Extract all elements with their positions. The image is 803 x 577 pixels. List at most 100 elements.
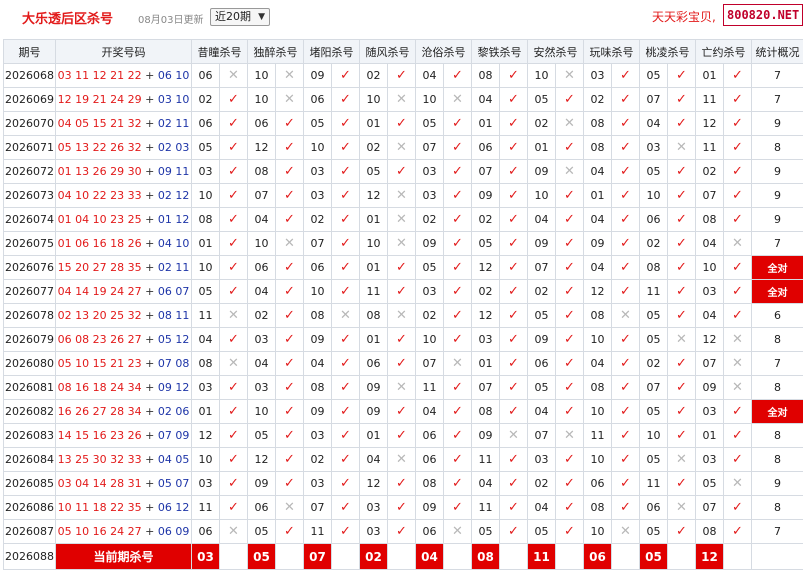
- kill-number-cell: 06: [191, 519, 220, 544]
- back-numbers: 05 07: [157, 477, 190, 490]
- kill-number-cell: 08: [303, 375, 332, 400]
- check-icon: ✓: [331, 471, 360, 496]
- kill-number-cell: 11: [303, 519, 332, 544]
- check-icon: ✓: [611, 351, 640, 376]
- draw-numbers-cell: 06 08 23 26 27 + 05 12: [55, 327, 192, 352]
- draw-numbers-cell: 10 11 18 22 35 + 06 12: [55, 495, 192, 520]
- cross-icon: ✕: [555, 423, 584, 448]
- check-icon: ✓: [667, 111, 696, 136]
- blank-cell: [611, 543, 640, 570]
- cross-icon: ✕: [723, 231, 752, 256]
- back-numbers: 09 12: [157, 381, 190, 394]
- kill-number-cell: 04: [415, 399, 444, 424]
- front-numbers: 02 13 20 25 32: [57, 309, 142, 322]
- current-kill-number: 12: [695, 543, 724, 570]
- current-kill-number: 07: [303, 543, 332, 570]
- check-icon: ✓: [667, 63, 696, 88]
- check-icon: ✓: [499, 183, 528, 208]
- kill-number-cell: 10: [303, 135, 332, 160]
- plus-sign: +: [141, 405, 158, 418]
- current-kill-label: 当前期杀号: [55, 543, 192, 570]
- cross-icon: ✕: [219, 303, 248, 328]
- table-row: 2026069 12 19 21 24 29 + 03 10 02 ✓ 10 ✕ 06 ✓ 10…: [3, 87, 803, 112]
- check-icon: ✓: [443, 375, 472, 400]
- kill-number-cell: 03: [471, 327, 500, 352]
- kill-number-cell: 10: [415, 87, 444, 112]
- cross-icon: ✕: [499, 423, 528, 448]
- check-icon: ✓: [443, 183, 472, 208]
- kill-number-cell: 07: [247, 183, 276, 208]
- front-numbers: 03 11 12 21 22: [57, 69, 142, 82]
- kill-number-cell: 03: [415, 279, 444, 304]
- check-icon: ✓: [219, 375, 248, 400]
- column-header: 桃凌杀号: [639, 39, 696, 64]
- draw-numbers-cell: 01 06 16 18 26 + 04 10: [55, 231, 192, 256]
- kill-number-cell: 04: [247, 351, 276, 376]
- check-icon: ✓: [499, 303, 528, 328]
- draw-numbers-cell: 14 15 16 23 26 + 07 09: [55, 423, 192, 448]
- check-icon: ✓: [331, 87, 360, 112]
- plus-sign: +: [141, 429, 158, 442]
- kill-number-cell: 03: [415, 183, 444, 208]
- kill-number-cell: 06: [527, 351, 556, 376]
- kill-number-cell: 11: [583, 423, 612, 448]
- check-icon: ✓: [331, 423, 360, 448]
- check-icon: ✓: [275, 519, 304, 544]
- kill-number-cell: 08: [695, 207, 724, 232]
- period-range-value: 近20期: [215, 10, 251, 23]
- check-icon: ✓: [331, 399, 360, 424]
- check-icon: ✓: [443, 135, 472, 160]
- kill-number-cell: 10: [639, 423, 668, 448]
- kill-number-cell: 01: [527, 135, 556, 160]
- check-icon: ✓: [667, 183, 696, 208]
- back-numbers: 02 12: [157, 189, 190, 202]
- check-icon: ✓: [443, 471, 472, 496]
- check-icon: ✓: [667, 207, 696, 232]
- table-row: 2026082 16 26 27 28 34 + 02 06 01 ✓ 10 ✓ 09 ✓ 09…: [3, 399, 803, 424]
- check-icon: ✓: [667, 399, 696, 424]
- kill-number-cell: 04: [471, 471, 500, 496]
- column-header: 玩味杀号: [583, 39, 640, 64]
- cross-icon: ✕: [275, 231, 304, 256]
- check-icon: ✓: [443, 231, 472, 256]
- check-icon: ✓: [387, 399, 416, 424]
- back-numbers: 05 12: [157, 333, 190, 346]
- kill-number-cell: 07: [695, 351, 724, 376]
- check-icon: ✓: [499, 447, 528, 472]
- check-icon: ✓: [275, 351, 304, 376]
- kill-number-cell: 08: [583, 303, 612, 328]
- stat-cell: 7: [751, 351, 803, 376]
- current-kill-number: 05: [639, 543, 668, 570]
- kill-number-cell: 10: [583, 447, 612, 472]
- kill-number-cell: 10: [583, 519, 612, 544]
- period-cell: 2026069: [3, 87, 56, 112]
- kill-number-cell: 09: [471, 183, 500, 208]
- back-numbers: 02 03: [157, 141, 190, 154]
- check-icon: ✓: [723, 495, 752, 520]
- period-range-select[interactable]: 近20期 ▼: [210, 8, 270, 26]
- kill-number-cell: 03: [303, 471, 332, 496]
- kill-number-cell: 02: [303, 447, 332, 472]
- kill-number-cell: 03: [191, 375, 220, 400]
- kill-number-cell: 03: [191, 159, 220, 184]
- kill-number-cell: 05: [639, 447, 668, 472]
- check-icon: ✓: [443, 447, 472, 472]
- blank-cell: [499, 543, 528, 570]
- blank-cell: [331, 543, 360, 570]
- table-row: 2026084 13 25 30 32 33 + 04 05 10 ✓ 12 ✓ 02 ✓ 04…: [3, 447, 803, 472]
- table-row: 2026083 14 15 16 23 26 + 07 09 12 ✓ 05 ✓ 03 ✓ 01…: [3, 423, 803, 448]
- kill-number-cell: 11: [415, 375, 444, 400]
- check-icon: ✓: [611, 495, 640, 520]
- kill-number-cell: 06: [191, 111, 220, 136]
- cross-icon: ✕: [667, 447, 696, 472]
- check-icon: ✓: [611, 87, 640, 112]
- kill-number-cell: 09: [247, 471, 276, 496]
- draw-numbers-cell: 04 10 22 23 33 + 02 12: [55, 183, 192, 208]
- kill-number-cell: 06: [639, 207, 668, 232]
- check-icon: ✓: [667, 231, 696, 256]
- plus-sign: +: [141, 501, 158, 514]
- site-logo[interactable]: 800820.NET: [723, 4, 803, 26]
- kill-number-cell: 06: [247, 495, 276, 520]
- cross-icon: ✕: [723, 471, 752, 496]
- kill-number-cell: 07: [303, 231, 332, 256]
